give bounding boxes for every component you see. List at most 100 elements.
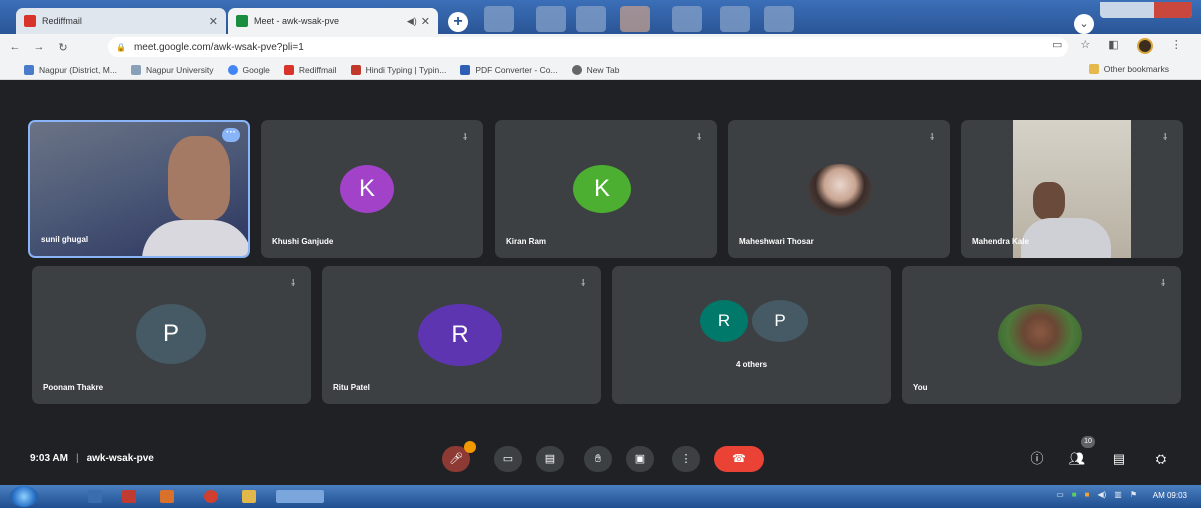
avatar[interactable] bbox=[1136, 38, 1153, 54]
app-icon[interactable] bbox=[160, 490, 174, 503]
folder-icon[interactable] bbox=[242, 490, 256, 503]
taskbar-clock: AM 09:03 bbox=[1152, 491, 1187, 500]
app-icon[interactable] bbox=[88, 490, 102, 503]
raise-hand-button[interactable]: ✋︎ bbox=[584, 446, 612, 472]
participant-name: Kiran Ram bbox=[506, 237, 547, 246]
bookmark-item[interactable]: Nagpur (District, M... bbox=[24, 64, 117, 75]
bookmark-icon bbox=[130, 64, 141, 75]
rediffmail-icon bbox=[283, 64, 294, 75]
taskbar-thumbnail bbox=[672, 6, 702, 32]
reload-icon[interactable]: ↻ bbox=[54, 41, 72, 54]
taskbar-thumbnail bbox=[484, 6, 514, 32]
address-text: meet.google.com/awk-wsak-pve?pli=1 bbox=[133, 41, 304, 53]
start-button[interactable] bbox=[10, 486, 38, 507]
participant-video bbox=[168, 136, 230, 220]
browser-toolbar: ← → ↻ 🔒 meet.google.com/awk-wsak-pve?pli… bbox=[0, 34, 1201, 60]
other-bookmarks[interactable]: Other bookmarks bbox=[1088, 64, 1169, 74]
bookmark-item[interactable]: Nagpur University bbox=[130, 64, 214, 75]
meet-icon bbox=[236, 15, 248, 27]
participant-name: Khushi Ganjude bbox=[272, 237, 334, 246]
participant-tile[interactable]: ⸸ You bbox=[902, 266, 1181, 404]
activities-icon[interactable]: ⛭ bbox=[1150, 448, 1172, 470]
bookmark-item[interactable]: Hindi Typing | Typin... bbox=[350, 64, 446, 75]
bookmark-item[interactable]: New Tab bbox=[571, 64, 619, 75]
taskbar-thumbnail bbox=[576, 6, 606, 32]
info-icon[interactable]: ⓘ bbox=[1026, 448, 1048, 470]
bookmark-item[interactable]: Rediffmail bbox=[283, 64, 337, 75]
avatar: R bbox=[700, 300, 748, 342]
avatar: K bbox=[340, 165, 394, 213]
close-icon[interactable]: ✕ bbox=[421, 15, 430, 28]
more-options-button[interactable]: ⋮ bbox=[672, 446, 700, 472]
window-close-button[interactable] bbox=[1154, 2, 1192, 18]
meeting-details: 9:03 AM | awk-wsak-pve bbox=[30, 453, 154, 464]
app-icon[interactable] bbox=[276, 490, 324, 503]
participant-tile[interactable]: ⸸ Mahendra Kale bbox=[961, 120, 1183, 258]
participant-tile[interactable]: ··· sunil ghugal bbox=[28, 120, 250, 258]
volume-icon[interactable]: ◀) bbox=[1097, 490, 1106, 499]
tray-icon[interactable]: ■ bbox=[1072, 490, 1077, 499]
close-icon[interactable]: ✕ bbox=[209, 15, 218, 28]
tray-icon[interactable]: ■ bbox=[1085, 490, 1090, 499]
participant-tile[interactable]: ⸸ P Poonam Thakre bbox=[32, 266, 311, 404]
speaker-icon[interactable]: ◀) bbox=[407, 16, 417, 27]
flag-icon[interactable]: ⚑ bbox=[1130, 490, 1137, 499]
back-icon[interactable]: ← bbox=[6, 41, 24, 53]
bookmarks-bar: Nagpur (District, M... Nagpur University… bbox=[0, 60, 1201, 80]
meeting-time: 9:03 AM bbox=[30, 453, 68, 464]
chat-icon[interactable]: ▤ bbox=[1108, 448, 1130, 470]
participant-tile[interactable]: ⸸ R Ritu Patel bbox=[322, 266, 601, 404]
taskbar-thumbnail bbox=[536, 6, 566, 32]
meet-stage: ··· sunil ghugal ⸸ K Khushi Ganjude ⸸ K … bbox=[8, 80, 1201, 485]
captions-button[interactable]: ▤ bbox=[536, 446, 564, 472]
tab-strip: Rediffmail ✕ Meet - awk-wsak-pve ◀) ✕ + … bbox=[0, 0, 1201, 34]
leave-call-button[interactable]: ☎︎ bbox=[714, 446, 764, 472]
participant-name: Ritu Patel bbox=[333, 383, 370, 392]
people-icon[interactable]: 👥︎ bbox=[1066, 448, 1088, 470]
app-icon[interactable] bbox=[122, 490, 136, 503]
window-controls[interactable] bbox=[1100, 2, 1192, 18]
star-icon[interactable]: ☆ bbox=[1080, 38, 1090, 54]
screen: Rediffmail ✕ Meet - awk-wsak-pve ◀) ✕ + … bbox=[0, 0, 1201, 508]
avatar bbox=[808, 164, 872, 216]
participant-tile-group[interactable]: R P 4 others bbox=[612, 266, 891, 404]
participant-video bbox=[1033, 182, 1065, 220]
more-options-button[interactable]: ··· bbox=[222, 128, 240, 142]
system-tray: ▭ ■ ■ ◀) ▥ ⚑ bbox=[1056, 490, 1137, 499]
tab-meet[interactable]: Meet - awk-wsak-pve ◀) ✕ bbox=[228, 8, 438, 34]
new-tab-button[interactable]: + bbox=[448, 12, 468, 32]
address-bar[interactable]: 🔒 meet.google.com/awk-wsak-pve?pli=1 bbox=[108, 37, 1068, 57]
chevron-down-icon[interactable]: ⌄ bbox=[1074, 14, 1094, 34]
bookmark-item[interactable]: Google bbox=[227, 64, 270, 75]
tab-title: Rediffmail bbox=[42, 16, 82, 26]
others-count-label: 4 others bbox=[735, 360, 768, 369]
camera-permission-icon[interactable]: ▭ bbox=[1052, 38, 1062, 54]
menu-icon[interactable]: ⋮ bbox=[1171, 38, 1182, 54]
forward-icon[interactable]: → bbox=[30, 41, 48, 53]
bookmark-item[interactable]: PDF Converter - Co... bbox=[460, 64, 558, 75]
bookmark-icon bbox=[24, 64, 34, 75]
camera-button[interactable]: ▭ bbox=[494, 446, 522, 472]
mic-off-icon: ⸸ bbox=[581, 278, 586, 288]
mic-off-icon: ⸸ bbox=[1163, 132, 1168, 142]
avatar: K bbox=[573, 165, 631, 213]
chrome-icon[interactable] bbox=[204, 490, 218, 503]
participant-tile[interactable]: ⸸ Maheshwari Thosar bbox=[728, 120, 950, 258]
windows-taskbar: ▭ ■ ■ ◀) ▥ ⚑ AM 09:03 bbox=[0, 485, 1201, 508]
mic-off-icon: ⸸ bbox=[1161, 278, 1166, 288]
avatar: R bbox=[418, 304, 502, 366]
cast-icon[interactable]: ◧ bbox=[1108, 38, 1118, 54]
participant-tile[interactable]: ⸸ K Khushi Ganjude bbox=[261, 120, 483, 258]
mic-off-icon: ⸸ bbox=[930, 132, 935, 142]
tray-icon[interactable]: ▭ bbox=[1056, 490, 1064, 499]
participant-name: sunil ghugal bbox=[41, 235, 89, 244]
tab-rediffmail[interactable]: Rediffmail ✕ bbox=[16, 8, 226, 34]
network-icon[interactable]: ▥ bbox=[1114, 490, 1122, 499]
avatar bbox=[998, 304, 1082, 366]
participant-tile[interactable]: ⸸ K Kiran Ram bbox=[495, 120, 717, 258]
meeting-code: awk-wsak-pve bbox=[86, 453, 154, 464]
present-button[interactable]: ▣ bbox=[626, 446, 654, 472]
pdf-icon bbox=[460, 64, 471, 75]
google-icon bbox=[227, 64, 238, 75]
avatar: P bbox=[752, 300, 808, 342]
